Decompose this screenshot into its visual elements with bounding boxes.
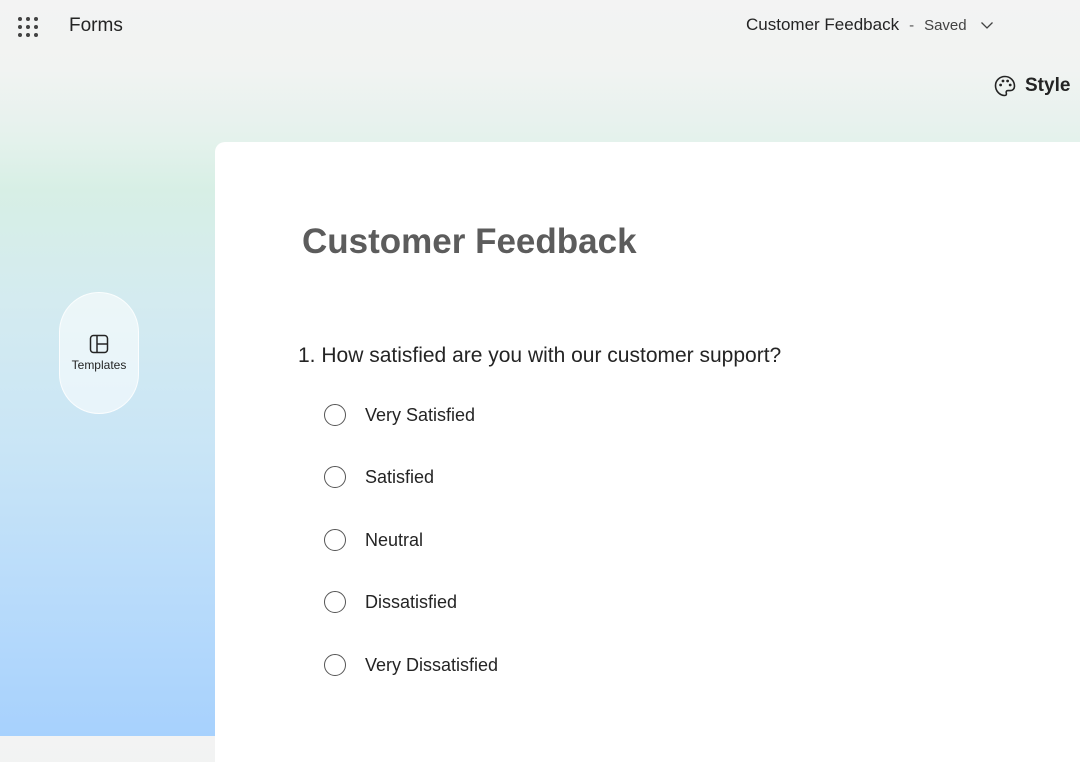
question-title: 1. How satisfied are you with our custom…	[298, 344, 782, 367]
header-separator: -	[909, 16, 915, 34]
option-label: Dissatisfied	[365, 591, 458, 612]
top-bar: Forms Customer Feedback - Saved	[0, 0, 1080, 56]
save-status: Saved	[924, 16, 967, 34]
style-label: Style	[1025, 75, 1071, 96]
option-neutral[interactable]: Neutral	[324, 529, 423, 551]
app-launcher-icon[interactable]	[17, 16, 39, 38]
option-label: Neutral	[365, 529, 424, 550]
templates-label: Templates	[71, 358, 127, 372]
option-very-dissatisfied[interactable]: Very Dissatisfied	[324, 654, 498, 676]
radio-button[interactable]	[324, 591, 346, 613]
radio-button[interactable]	[324, 654, 346, 676]
radio-button[interactable]	[324, 466, 346, 488]
chevron-down-icon	[980, 22, 993, 29]
radio-button[interactable]	[324, 404, 346, 426]
option-label: Very Dissatisfied	[365, 654, 499, 675]
templates-button[interactable]: Templates	[59, 292, 139, 414]
option-very-satisfied[interactable]: Very Satisfied	[324, 404, 475, 426]
option-label: Very Satisfied	[365, 404, 476, 425]
header-form-name: Customer Feedback	[746, 15, 900, 34]
form-title-menu[interactable]: Customer Feedback - Saved	[746, 15, 995, 35]
app-name[interactable]: Forms	[69, 15, 123, 37]
layout-icon	[89, 334, 109, 354]
option-satisfied[interactable]: Satisfied	[324, 466, 434, 488]
option-label: Satisfied	[365, 466, 435, 487]
option-dissatisfied[interactable]: Dissatisfied	[324, 591, 457, 613]
style-button[interactable]: Style	[993, 74, 1070, 98]
radio-button[interactable]	[324, 529, 346, 551]
palette-icon	[994, 75, 1016, 97]
form-title[interactable]: Customer Feedback	[302, 222, 637, 262]
